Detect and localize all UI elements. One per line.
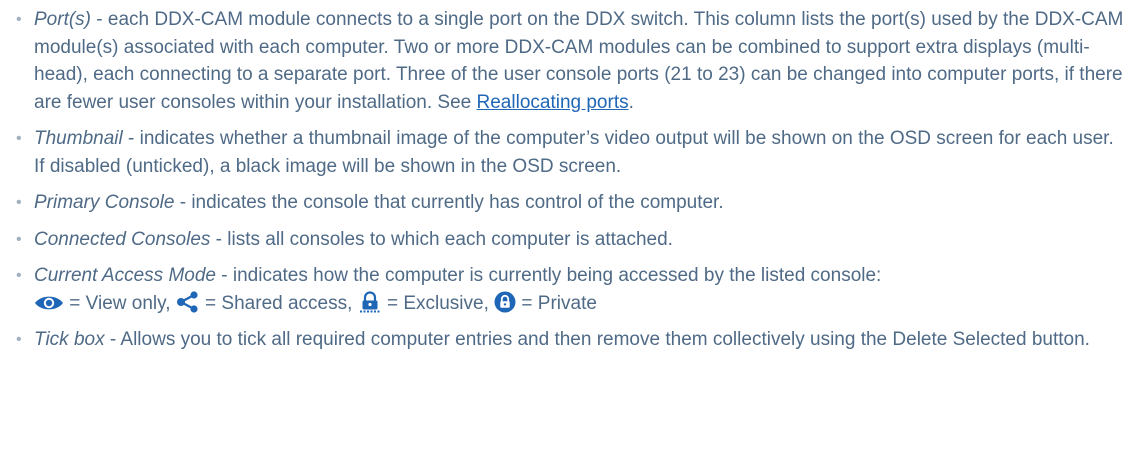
mode-view-only-label: = View only,	[64, 292, 176, 314]
list-item-tick-box: Tick box - Allows you to tick all requir…	[14, 326, 1128, 354]
share-icon	[176, 290, 200, 313]
list-item-ports: Port(s) - each DDX-CAM module connects t…	[14, 6, 1128, 116]
mode-shared-access-label: = Shared access,	[199, 292, 358, 314]
column-description-list: Port(s) - each DDX-CAM module connects t…	[14, 6, 1128, 354]
list-item-connected-consoles: Connected Consoles - lists all consoles …	[14, 226, 1128, 254]
term-connected-consoles: Connected Consoles	[34, 228, 211, 250]
description-connected-consoles: - lists all consoles to which each compu…	[210, 228, 673, 250]
term-primary-console: Primary Console	[34, 192, 175, 213]
period: .	[628, 91, 634, 113]
document-page: Port(s) - each DDX-CAM module connects t…	[0, 0, 1142, 454]
description-thumbnail: - indicates whether a thumbnail image of…	[34, 128, 1114, 177]
description-tick-box: - Allows you to tick all required comput…	[104, 329, 1090, 350]
term-thumbnail: Thumbnail	[34, 128, 123, 149]
term-tick-box: Tick box	[34, 329, 105, 350]
list-item-primary-console: Primary Console - indicates the console …	[14, 189, 1128, 217]
term-ports: Port(s)	[34, 9, 91, 30]
term-current-access-mode: Current Access Mode	[34, 265, 216, 286]
description-current-access-mode: - indicates how the computer is currentl…	[215, 265, 882, 286]
mode-exclusive-label: = Exclusive,	[381, 292, 495, 314]
list-item-current-access-mode: Current Access Mode - indicates how the …	[14, 262, 1128, 317]
mode-private-label: = Private	[516, 292, 597, 314]
reallocating-ports-link[interactable]: Reallocating ports	[477, 92, 629, 113]
list-item-thumbnail: Thumbnail - indicates whether a thumbnai…	[14, 125, 1128, 180]
private-lock-icon	[494, 291, 516, 313]
eye-icon	[34, 293, 64, 313]
description-primary-console: - indicates the console that currently h…	[174, 192, 724, 213]
exclusive-lock-icon	[358, 290, 382, 313]
